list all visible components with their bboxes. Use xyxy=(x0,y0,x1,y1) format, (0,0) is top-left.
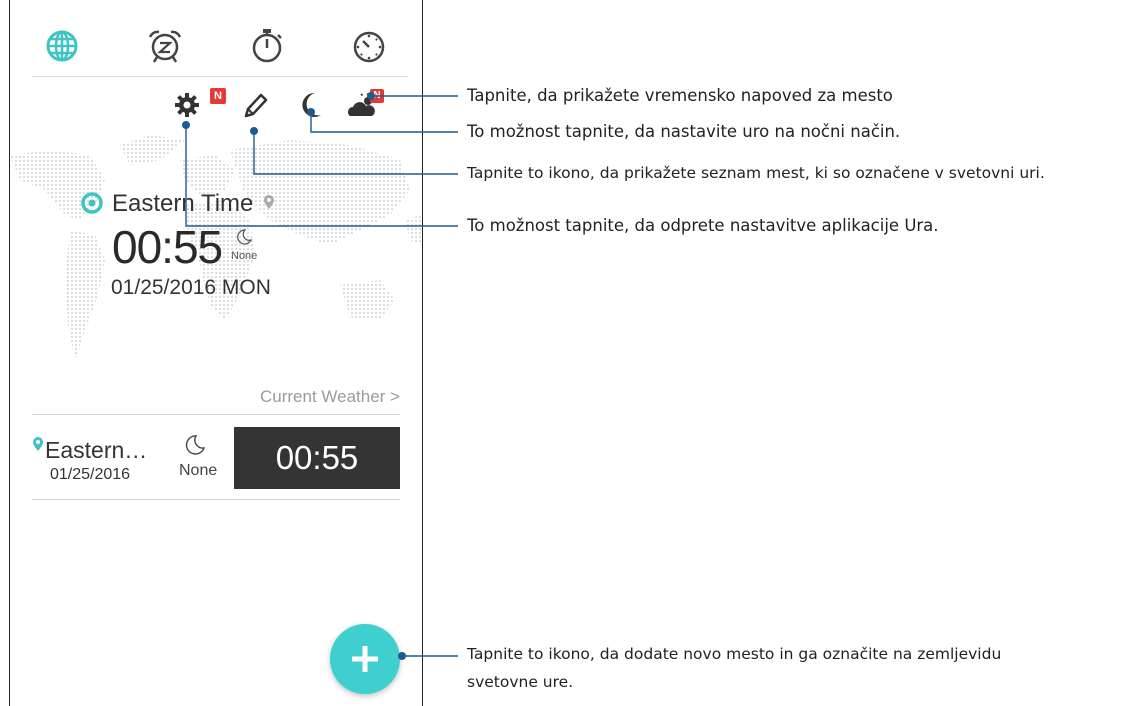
callout-weather-text: Tapnite, da prikažete vremensko napoved … xyxy=(467,86,893,105)
callout-lines xyxy=(182,92,458,660)
callout-add-text-line2: svetovne ure. xyxy=(467,673,574,691)
callout-edit-text: Tapnite to ikono, da prikažete seznam me… xyxy=(467,164,1045,182)
callout-add-text-line1: Tapnite to ikono, da dodate novo mesto i… xyxy=(467,645,1002,663)
callout-settings-text: To možnost tapnite, da odprete nastavitv… xyxy=(467,216,939,235)
callout-night-text: To možnost tapnite, da nastavite uro na … xyxy=(467,122,901,141)
